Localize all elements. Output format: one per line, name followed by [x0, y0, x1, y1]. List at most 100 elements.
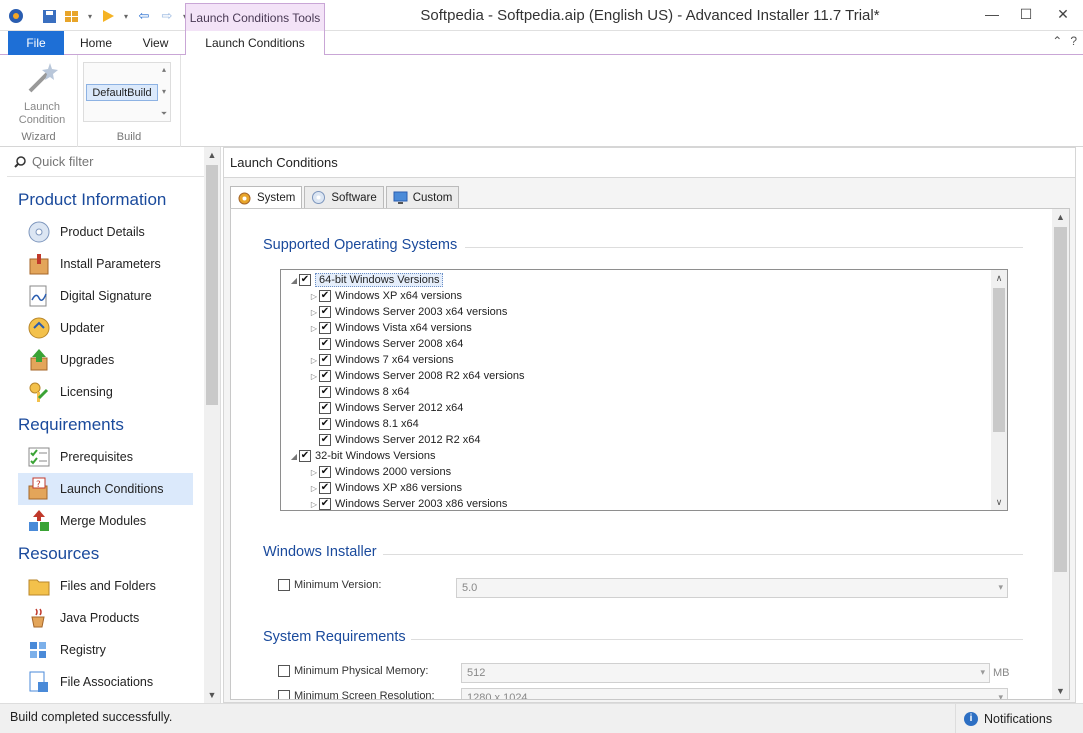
- tree-row[interactable]: ✔ Windows 8.1 x64: [309, 416, 419, 432]
- expand-triangle-icon[interactable]: ▷: [309, 308, 319, 317]
- min-version-checkbox[interactable]: [278, 579, 290, 591]
- tree-row[interactable]: ▷ ✔ Windows XP x86 versions: [309, 480, 462, 496]
- sidebar: Product Information Product Details Inst…: [7, 147, 221, 703]
- tree-row[interactable]: ▷ ✔ Windows 7 x64 versions: [309, 352, 454, 368]
- tree-row[interactable]: ▷ ✔ Windows Server 2003 x64 versions: [309, 304, 507, 320]
- launch-condition-button[interactable]: Launch Condition: [10, 61, 74, 127]
- tree-checkbox[interactable]: ✔: [299, 450, 311, 462]
- collapse-ribbon-icon[interactable]: ⌃: [1052, 34, 1062, 48]
- tree-checkbox[interactable]: ✔: [319, 354, 331, 366]
- tree-checkbox[interactable]: ✔: [319, 386, 331, 398]
- tree-row[interactable]: ◢ ✔ 32-bit Windows Versions: [289, 448, 435, 464]
- scroll-down-icon[interactable]: ▼: [204, 687, 220, 703]
- scroll-thumb[interactable]: [1054, 227, 1067, 572]
- tab-custom[interactable]: Custom: [385, 186, 460, 208]
- tree-row[interactable]: ✔ Windows Server 2012 R2 x64: [309, 432, 481, 448]
- build-selected[interactable]: DefaultBuild: [86, 84, 158, 101]
- expand-triangle-icon[interactable]: ▷: [309, 468, 319, 477]
- notifications-button[interactable]: i Notifications: [955, 704, 1083, 733]
- sidebar-item-file-associations[interactable]: File Associations: [7, 666, 205, 698]
- sidebar-item-files-and-folders[interactable]: Files and Folders: [7, 570, 205, 602]
- scroll-down-icon[interactable]: ▼: [1052, 683, 1069, 699]
- back-arrow-icon[interactable]: ⇦: [134, 6, 154, 26]
- tree-row[interactable]: ✔ Windows 8 x64: [309, 384, 410, 400]
- tree-row[interactable]: ▷ ✔ Windows Server 2003 x86 versions: [309, 496, 507, 510]
- tree-row[interactable]: ✔ Windows Server 2012 x64: [309, 400, 463, 416]
- sidebar-item-digital-signature[interactable]: Digital Signature: [7, 280, 205, 312]
- expand-triangle-icon[interactable]: ▷: [309, 372, 319, 381]
- expand-triangle-icon[interactable]: ▷: [309, 324, 319, 333]
- content-scrollbar[interactable]: ▲ ▼: [1052, 209, 1069, 699]
- scroll-thumb[interactable]: [993, 288, 1005, 432]
- collapse-triangle-icon[interactable]: ◢: [289, 452, 299, 461]
- min-memory-select[interactable]: 512 ▾: [461, 663, 990, 683]
- sidebar-item-install-parameters[interactable]: Install Parameters: [7, 248, 205, 280]
- min-resolution-select[interactable]: 1280 x 1024 ▾: [461, 688, 1008, 699]
- tree-checkbox[interactable]: ✔: [319, 482, 331, 494]
- tree-row[interactable]: ◢ ✔ 64-bit Windows Versions: [289, 272, 444, 288]
- tree-row[interactable]: ▷ ✔ Windows XP x64 versions: [309, 288, 462, 304]
- expand-triangle-icon[interactable]: ▷: [309, 356, 319, 365]
- expand-triangle-icon[interactable]: ▷: [309, 292, 319, 301]
- os-tree[interactable]: ◢ ✔ 64-bit Windows Versions ▷ ✔ Windows XP x6…: [280, 269, 1008, 511]
- min-version-select[interactable]: 5.0 ▾: [456, 578, 1008, 598]
- scroll-up-icon[interactable]: ▲: [1052, 209, 1069, 225]
- tree-checkbox[interactable]: ✔: [319, 306, 331, 318]
- sidebar-item-java-products[interactable]: Java Products: [7, 602, 205, 634]
- tab-system[interactable]: System: [230, 186, 303, 209]
- scroll-thumb[interactable]: [206, 165, 218, 405]
- sidebar-item-updater[interactable]: Updater: [7, 312, 205, 344]
- tree-checkbox[interactable]: ✔: [319, 466, 331, 478]
- forward-arrow-icon[interactable]: ⇨: [157, 6, 177, 26]
- tree-row[interactable]: ✔ Windows Server 2008 x64: [309, 336, 463, 352]
- tab-launch-conditions[interactable]: Launch Conditions: [185, 31, 325, 56]
- sidebar-item-launch-conditions[interactable]: ? Launch Conditions: [18, 473, 193, 505]
- min-memory-checkbox[interactable]: [278, 665, 290, 677]
- tree-checkbox[interactable]: ✔: [319, 338, 331, 350]
- tab-home[interactable]: Home: [66, 31, 126, 55]
- quick-filter[interactable]: [7, 147, 205, 177]
- min-resolution-checkbox[interactable]: [278, 690, 290, 699]
- build-icon[interactable]: [62, 6, 82, 26]
- save-icon[interactable]: [39, 6, 59, 26]
- tree-row[interactable]: ▷ ✔ Windows Vista x64 versions: [309, 320, 472, 336]
- run-icon[interactable]: [98, 6, 118, 26]
- sidebar-item-licensing[interactable]: Licensing: [7, 376, 205, 408]
- sidebar-item-registry[interactable]: Registry: [7, 634, 205, 666]
- tab-view[interactable]: View: [128, 31, 183, 55]
- minimize-button[interactable]: —: [975, 0, 1009, 28]
- sidebar-item-upgrades[interactable]: Upgrades: [7, 344, 205, 376]
- tab-software[interactable]: Software: [304, 186, 384, 208]
- tree-checkbox[interactable]: ✔: [319, 434, 331, 446]
- tree-checkbox[interactable]: ✔: [319, 418, 331, 430]
- build-gallery[interactable]: DefaultBuild ▴ ▾ ⏷: [83, 62, 171, 122]
- scroll-down-icon[interactable]: ∨: [991, 494, 1007, 510]
- scroll-up-icon[interactable]: ▲: [204, 147, 220, 163]
- tree-row[interactable]: ▷ ✔ Windows 2000 versions: [309, 464, 451, 480]
- tree-checkbox[interactable]: ✔: [299, 274, 311, 286]
- tree-checkbox[interactable]: ✔: [319, 322, 331, 334]
- tree-checkbox[interactable]: ✔: [319, 402, 331, 414]
- maximize-button[interactable]: ☐: [1009, 0, 1043, 28]
- tree-scrollbar[interactable]: ∧ ∨: [991, 270, 1007, 510]
- app-logo-icon[interactable]: [6, 6, 26, 26]
- tree-checkbox[interactable]: ✔: [319, 290, 331, 302]
- close-button[interactable]: ✕: [1043, 0, 1083, 28]
- sidebar-item-merge-modules[interactable]: Merge Modules: [7, 505, 205, 537]
- dropdown-arrow-icon[interactable]: ▾: [121, 6, 131, 26]
- build-gallery-scroll[interactable]: ▴ ▾ ⏷: [158, 63, 170, 121]
- tree-row[interactable]: ▷ ✔ Windows Server 2008 R2 x64 versions: [309, 368, 525, 384]
- collapse-triangle-icon[interactable]: ◢: [289, 276, 299, 285]
- sidebar-scrollbar[interactable]: ▲ ▼: [204, 147, 220, 703]
- sidebar-item-product-details[interactable]: Product Details: [7, 216, 205, 248]
- dropdown-arrow-icon[interactable]: ▾: [85, 6, 95, 26]
- help-icon[interactable]: ?: [1070, 34, 1077, 48]
- tab-file[interactable]: File: [8, 31, 64, 55]
- sidebar-item-prerequisites[interactable]: Prerequisites: [7, 441, 205, 473]
- expand-triangle-icon[interactable]: ▷: [309, 484, 319, 493]
- tree-checkbox[interactable]: ✔: [319, 498, 331, 510]
- tree-checkbox[interactable]: ✔: [319, 370, 331, 382]
- filter-input[interactable]: [32, 154, 192, 169]
- scroll-up-icon[interactable]: ∧: [991, 270, 1007, 286]
- expand-triangle-icon[interactable]: ▷: [309, 500, 319, 509]
